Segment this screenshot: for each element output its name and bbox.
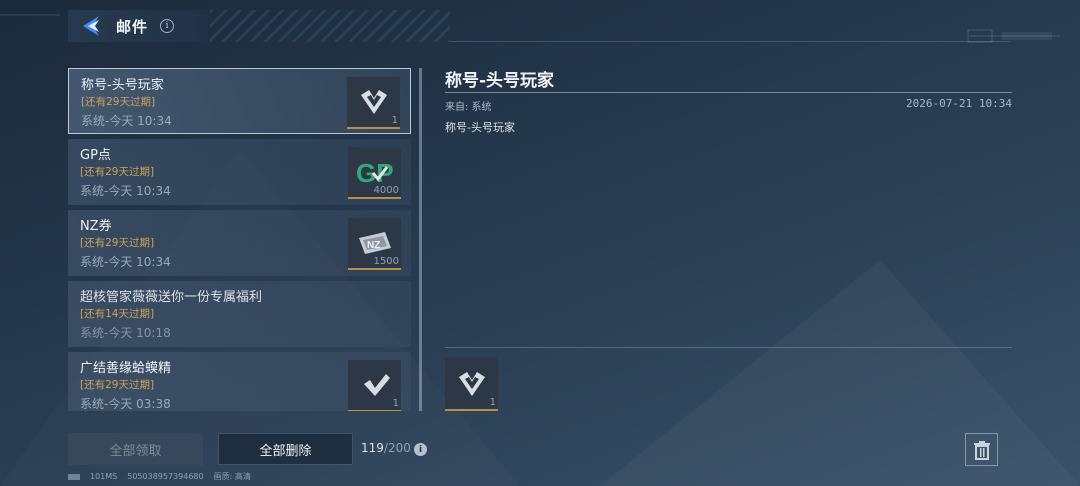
mail-attachment-thumb: 1 <box>348 360 401 411</box>
mail-title: 超核管家薇薇送你一份专属福利 <box>80 290 263 305</box>
page-title: 邮件 <box>116 17 149 36</box>
mail-time: 系统-今天 10:18 <box>80 326 171 340</box>
title-badge-icon <box>458 371 485 396</box>
delete-button[interactable] <box>965 433 998 466</box>
mail-attachment-thumb: 1 <box>347 77 400 129</box>
mail-item[interactable]: NZ券 [还有29天过期] 系统-今天 10:34 NZ 1500 <box>68 210 411 276</box>
player-id: 505038957394680 <box>127 472 204 481</box>
gp-coin-icon: GP <box>356 158 394 188</box>
mail-item[interactable]: 称号-头号玩家 [还有29天过期] 系统-今天 10:34 1 <box>68 68 411 134</box>
detail-sender: 来自: 系统 <box>445 102 492 113</box>
item-quantity: 4000 <box>373 185 399 196</box>
mail-item[interactable]: GP点 [还有29天过期] 系统-今天 10:34 GP 4000 <box>68 139 411 205</box>
header-decoration <box>210 10 450 42</box>
item-quantity: 1 <box>392 398 399 409</box>
svg-text:NZ: NZ <box>367 240 380 251</box>
header-divider <box>450 41 1010 42</box>
attachment-divider <box>445 347 1012 348</box>
quality: 画质: 高清 <box>213 472 251 481</box>
network-icon <box>68 473 80 480</box>
back-arrow-icon <box>83 16 99 36</box>
mail-item[interactable]: 超核管家薇薇送你一份专属福利 [还有14天过期] 系统-今天 10:18 <box>68 281 411 347</box>
info-icon[interactable]: i <box>414 443 427 456</box>
item-quantity: 1 <box>391 115 398 126</box>
item-quantity: 1500 <box>373 256 399 267</box>
claim-all-button[interactable]: 全部领取 <box>68 433 203 465</box>
nz-ticket-icon: NZ <box>358 232 391 254</box>
title-badge-icon <box>363 374 390 396</box>
title-badge-icon <box>360 90 387 114</box>
attachment-item[interactable]: 1 <box>445 358 498 411</box>
mail-count-current: 119 <box>361 441 384 455</box>
mail-attachment-thumb: NZ 1500 <box>348 218 401 270</box>
detail-divider <box>445 92 1012 93</box>
status-bar: 101MS 505038957394680 画质: 高清 <box>68 471 251 482</box>
back-button[interactable] <box>78 13 104 39</box>
delete-all-button[interactable]: 全部删除 <box>218 433 353 465</box>
detail-body: 称号-头号玩家 <box>445 121 515 134</box>
mail-count-max: /200 <box>383 441 411 455</box>
info-icon[interactable]: i <box>160 19 175 33</box>
mail-list[interactable]: 称号-头号玩家 [还有29天过期] 系统-今天 10:34 1 GP点 [还有2… <box>68 68 411 411</box>
detail-title: 称号-头号玩家 <box>445 71 555 91</box>
detail-date: 2026-07-21 10:34 <box>906 97 1012 110</box>
mail-item[interactable]: 广结善缘蛤蟆精 [还有29天过期] 系统-今天 03:38 1 <box>68 352 411 411</box>
mail-expire: [还有14天过期] <box>80 308 155 320</box>
list-scrollbar[interactable] <box>419 68 422 411</box>
trash-icon <box>973 440 990 460</box>
item-quantity: 1 <box>489 397 496 408</box>
header-bar: 邮件 i <box>68 10 208 42</box>
mail-attachment-thumb: GP 4000 <box>348 147 401 199</box>
mail-count: 119/200 <box>361 441 411 455</box>
ping: 101MS <box>90 472 118 481</box>
